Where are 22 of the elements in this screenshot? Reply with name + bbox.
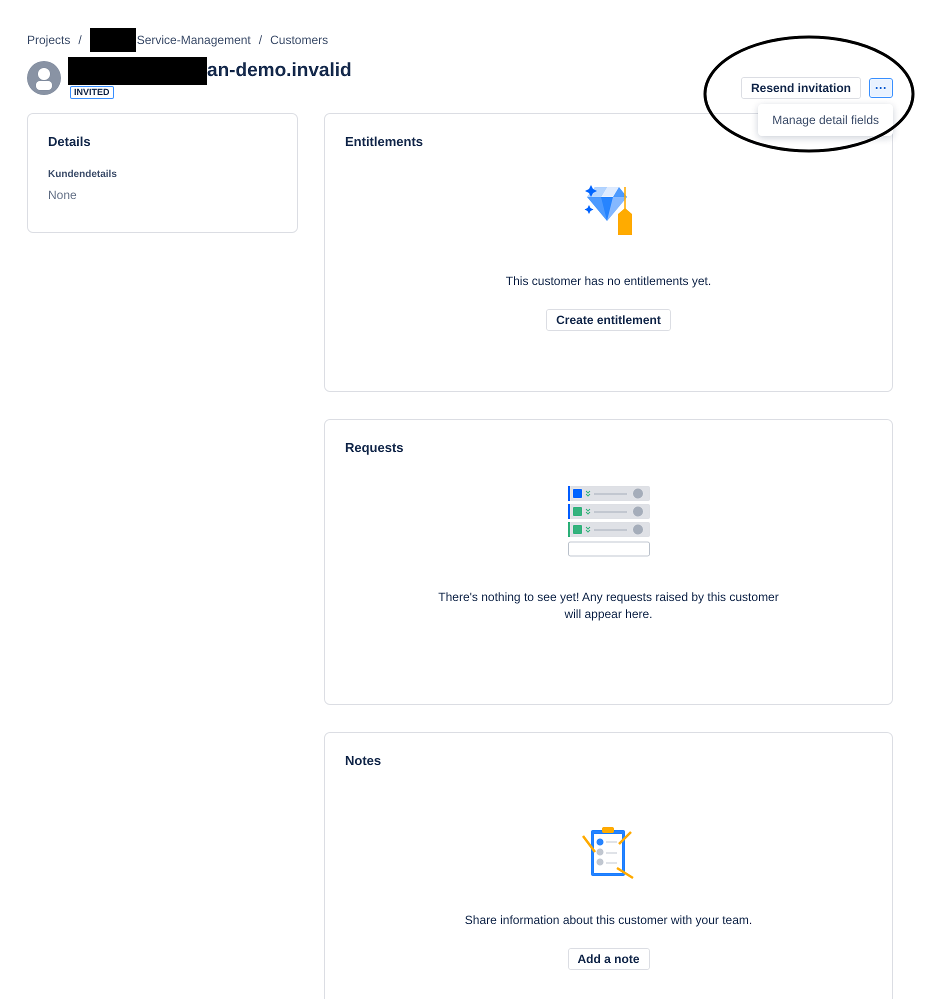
breadcrumb-link[interactable]: Service-Management	[136, 33, 251, 47]
card-title: Notes	[345, 753, 382, 768]
customer-email: an-demo.invalid	[207, 59, 352, 83]
field-label: Kundendetails	[48, 169, 118, 180]
status-lozenge: INVITED	[70, 86, 114, 99]
more-actions-button[interactable]: ···	[869, 78, 893, 98]
card-title: Details	[48, 134, 92, 149]
empty-state-button[interactable]: Create entitlement	[546, 309, 671, 331]
resend-invitation-button[interactable]: Resend invitation	[740, 77, 861, 99]
avatar-icon	[27, 61, 61, 95]
empty-state-message: There's nothing to see yet! Any requests raised by this customer will appear here.	[437, 589, 780, 623]
empty-state-message: This customer has no entitlements yet.	[506, 273, 712, 290]
breadcrumb-separator: /	[78, 33, 82, 47]
breadcrumb-link[interactable]: Projects	[27, 33, 70, 47]
empty-state-message: Share information about this customer with your team.	[464, 912, 752, 929]
breadcrumb-separator: /	[258, 33, 262, 47]
card-title: Entitlements	[345, 134, 424, 149]
breadcrumb-link[interactable]: Customers	[270, 33, 328, 47]
card-title: Requests	[345, 440, 405, 455]
menu-item[interactable]: Manage detail fields	[758, 110, 893, 130]
field-value: None	[48, 188, 78, 202]
empty-state-button[interactable]: Add a note	[568, 948, 650, 970]
